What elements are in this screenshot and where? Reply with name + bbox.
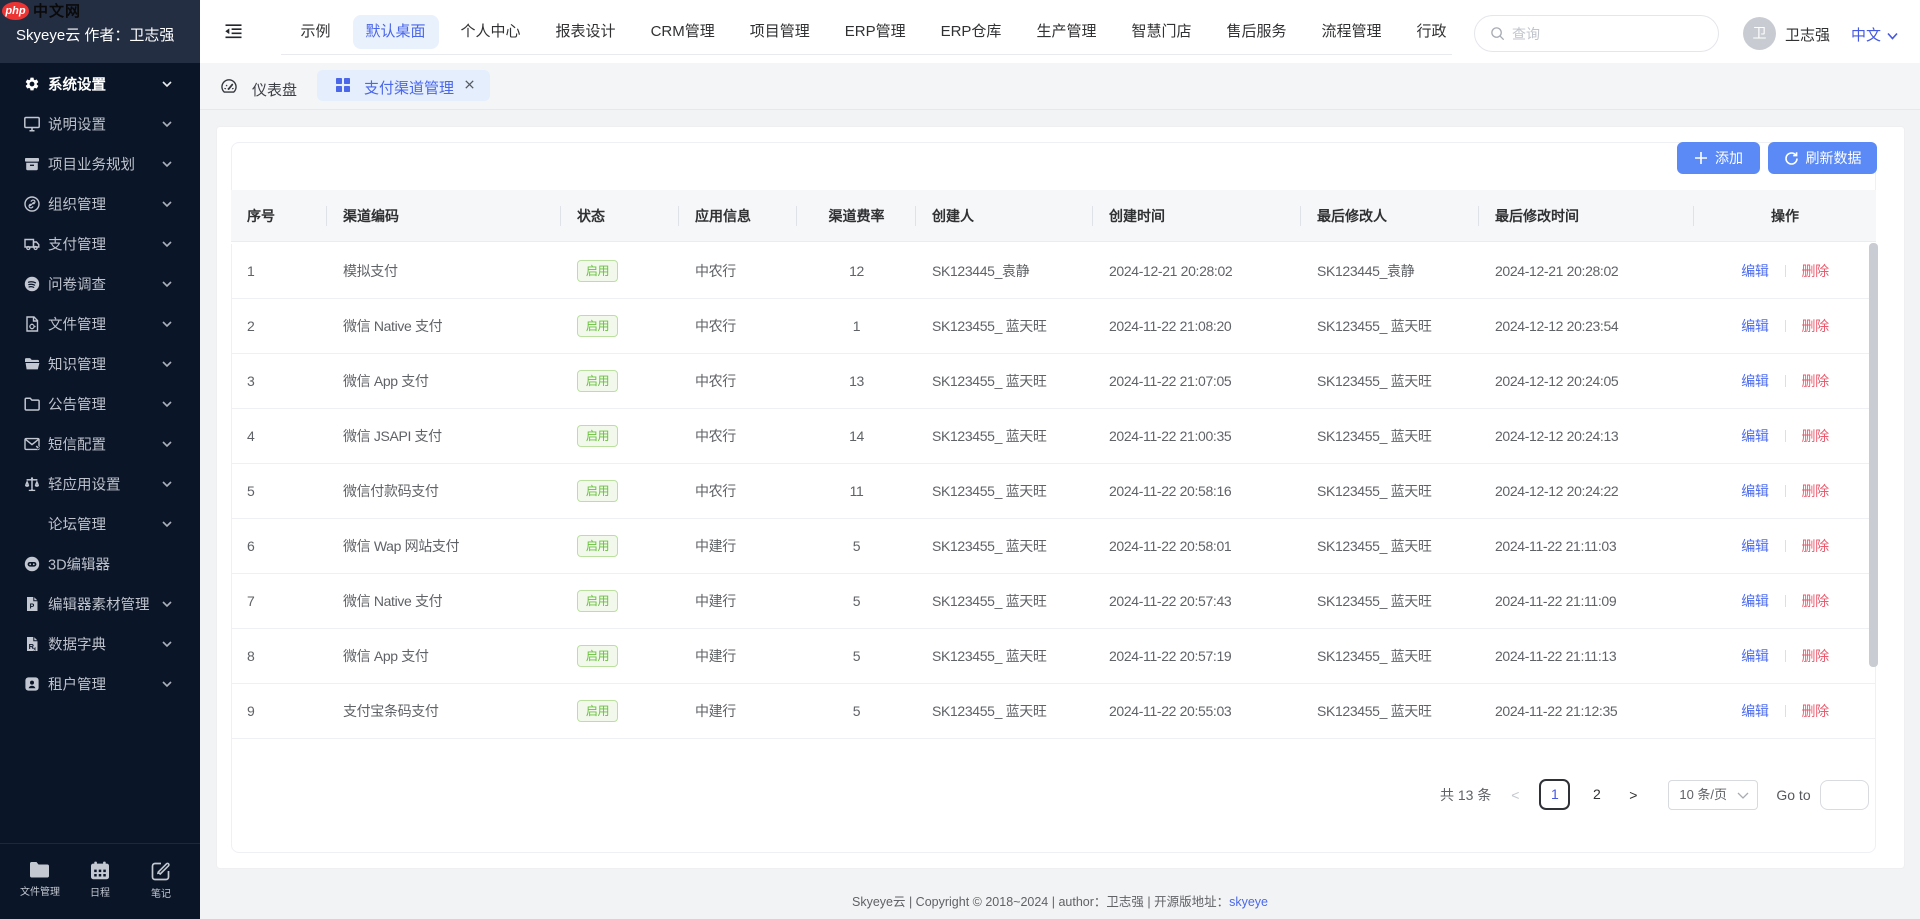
svg-text:P: P [30,604,35,611]
svg-text:x: x [33,646,36,652]
